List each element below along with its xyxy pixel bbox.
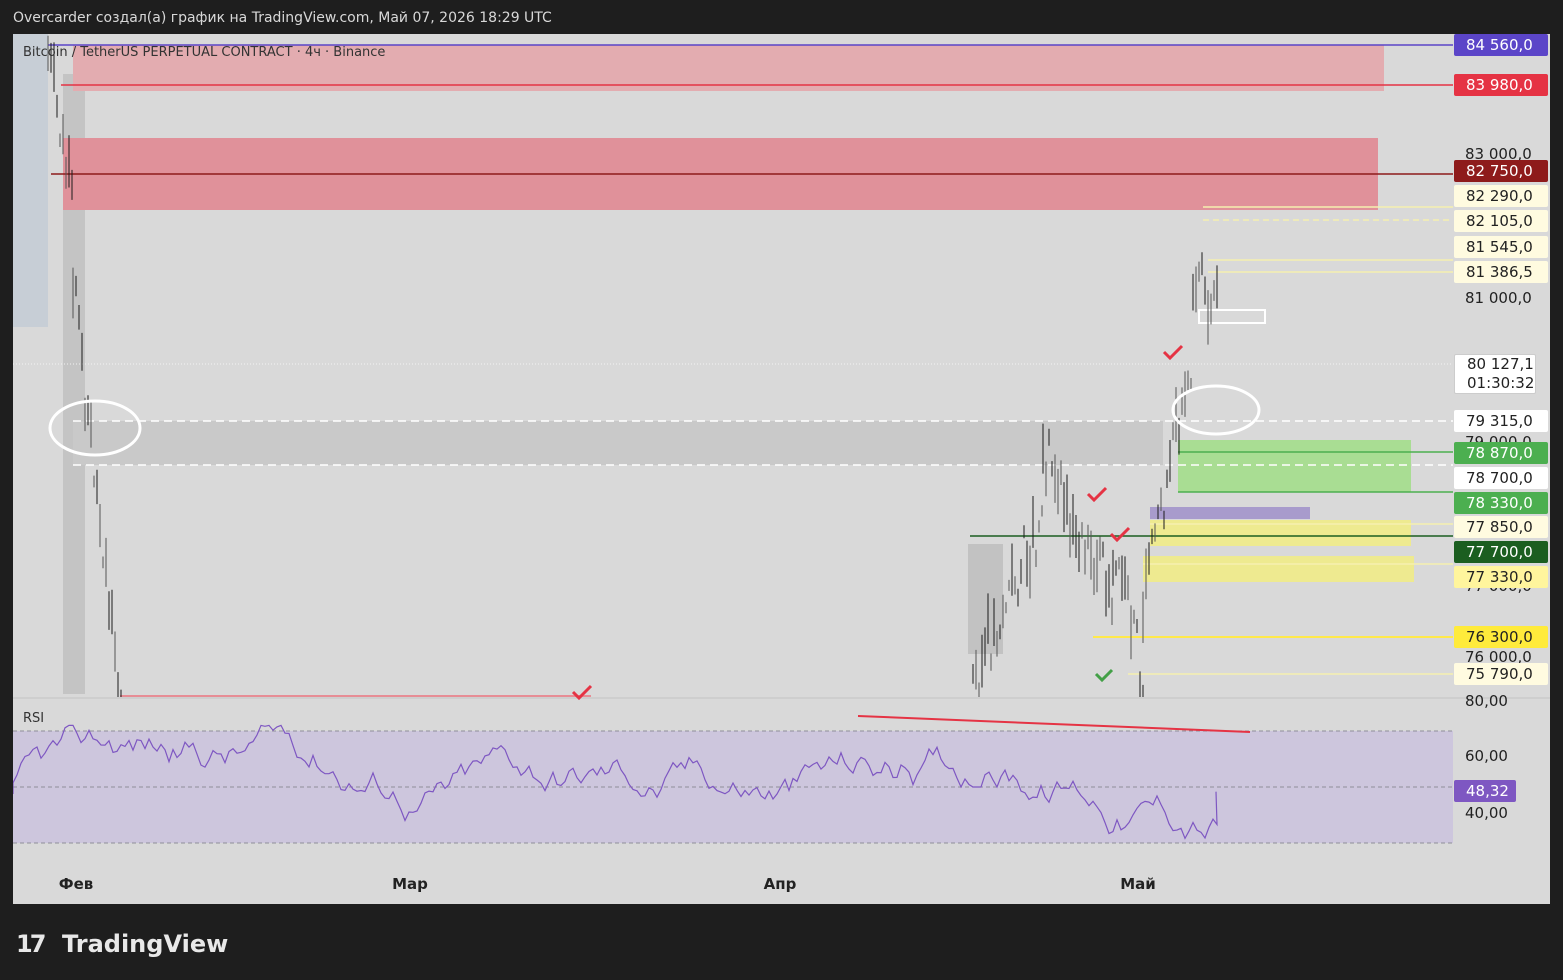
rsi-band <box>13 731 1453 843</box>
rsi-title: RSI <box>23 711 45 726</box>
bar-countdown: 01:30:32 <box>1467 374 1535 392</box>
price-level-label: 82 290,0 <box>1454 185 1548 207</box>
month-label-feb: Фев <box>58 875 94 893</box>
price-level-label: 77 700,0 <box>1454 541 1548 563</box>
price-level-label: 82 750,0 <box>1454 160 1548 182</box>
price-level-label: 76 300,0 <box>1454 626 1548 648</box>
sell-check-mark <box>1162 344 1184 361</box>
consolidation-band <box>73 421 1163 465</box>
price-level-label: 81 386,5 <box>1454 261 1548 283</box>
month-label-apr: Апр <box>763 875 797 893</box>
sell-check-mark <box>1086 486 1108 503</box>
chart-area[interactable]: Bitcoin / TetherUS PERPETUAL CONTRACT · … <box>13 34 1550 904</box>
price-level-label: 83 980,0 <box>1454 74 1548 96</box>
price-level-label: 78 870,0 <box>1454 442 1548 464</box>
price-level-label: 77 330,0 <box>1454 566 1548 588</box>
current-price-label: 80 127,1 01:30:32 <box>1454 354 1536 394</box>
current-price: 80 127,1 <box>1467 355 1534 373</box>
chart-attribution: Overcarder создал(а) график на TradingVi… <box>13 10 552 26</box>
price-level-label: 78 700,0 <box>1454 467 1548 489</box>
price-chart[interactable] <box>13 34 1550 904</box>
rsi-tick: 60,00 <box>1465 747 1508 765</box>
order-block-purple <box>1150 507 1310 519</box>
annotation-circle-right <box>1171 384 1261 436</box>
sell-check-mark <box>1109 526 1131 543</box>
demand-zone-yellow-2 <box>1143 556 1414 582</box>
price-tick: 81 000,0 <box>1465 289 1532 307</box>
left-range-box <box>13 34 48 327</box>
demand-zone-green <box>1178 440 1411 492</box>
rsi-tick: 80,00 <box>1465 692 1508 710</box>
rsi-value-label: 48,32 <box>1454 780 1516 802</box>
buy-check-mark <box>1094 668 1114 683</box>
tradingview-mark-icon: 17 <box>16 930 46 958</box>
month-label-mar: Мар <box>392 875 428 893</box>
symbol-title: Bitcoin / TetherUS PERPETUAL CONTRACT · … <box>23 45 386 60</box>
price-level-label: 82 105,0 <box>1454 210 1548 232</box>
price-level-label: 81 545,0 <box>1454 236 1548 258</box>
marker-box <box>1198 309 1266 324</box>
month-label-may: Май <box>1120 875 1156 893</box>
tradingview-wordmark: TradingView <box>62 930 229 958</box>
price-level-label: 84 560,0 <box>1454 34 1548 56</box>
price-level-label: 78 330,0 <box>1454 492 1548 514</box>
price-level-label: 75 790,0 <box>1454 663 1548 685</box>
price-level-label: 79 315,0 <box>1454 410 1548 432</box>
tradingview-logo[interactable]: 17 TradingView <box>16 930 228 958</box>
price-level-label: 77 850,0 <box>1454 516 1548 538</box>
rsi-tick: 40,00 <box>1465 804 1508 822</box>
